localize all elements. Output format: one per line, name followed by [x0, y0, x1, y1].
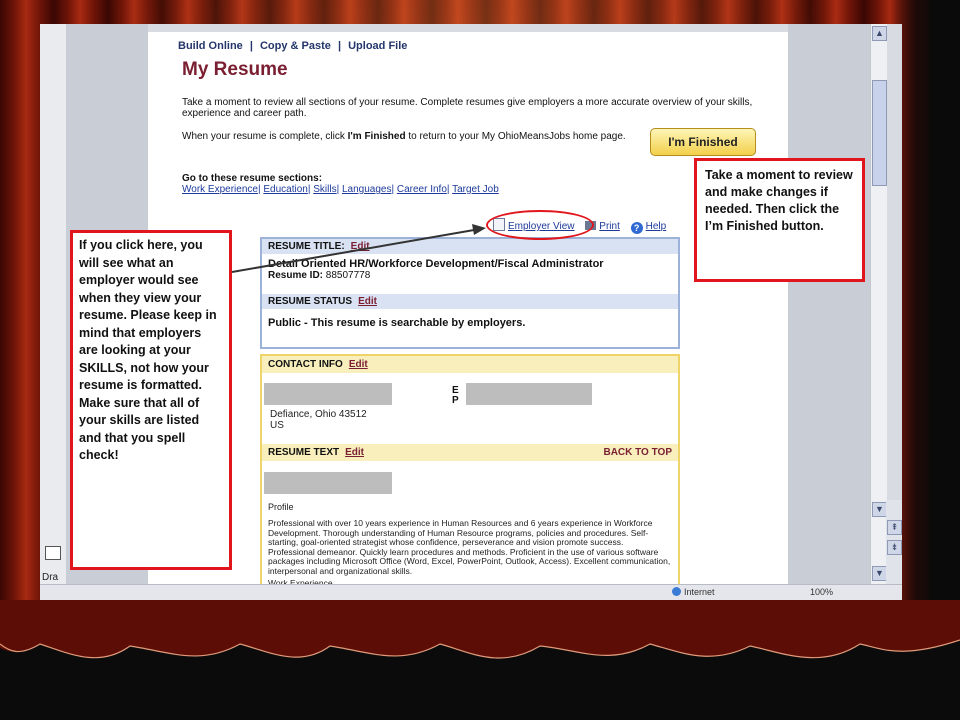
status-zone: Internet [672, 587, 715, 597]
resume-title-body: Detail Oriented HR/Workforce Development… [262, 254, 678, 286]
status-zoom[interactable]: 100% [810, 587, 833, 597]
nav-separator: | [337, 40, 342, 52]
resume-text-edit-link[interactable]: Edit [345, 447, 364, 458]
section-link-target-job[interactable]: Target Job [452, 184, 499, 195]
resume-id-label: Resume ID: [268, 270, 324, 281]
section-link-career-info[interactable]: Career Info [397, 184, 447, 195]
resume-status-label: RESUME STATUS [268, 296, 353, 307]
nav-upload-file[interactable]: Upload File [348, 40, 407, 52]
status-zone-label: Internet [684, 587, 715, 597]
redacted-contact [466, 383, 592, 405]
scroll-up-icon[interactable]: ▲ [872, 26, 887, 41]
resume-title-header: RESUME TITLE: Edit [262, 239, 678, 254]
complete-text: When your resume is complete, click I'm … [182, 131, 642, 142]
print-link[interactable]: Print [599, 221, 620, 232]
frame-toggle-icon[interactable] [45, 546, 61, 560]
resume-title-label: RESUME TITLE: [268, 241, 345, 252]
back-to-top-link[interactable]: BACK TO TOP [603, 444, 672, 461]
section-link-languages[interactable]: Languages [342, 184, 392, 195]
resume-title-value: Detail Oriented HR/Workforce Development… [268, 258, 604, 270]
redacted-heading [264, 472, 392, 494]
status-bar: Internet 100% [40, 584, 902, 600]
resume-details-panel: CONTACT INFO Edit E P Defiance, Ohio 4351… [260, 354, 680, 600]
section-links: Work Experience| Education| Skills| Lang… [182, 184, 499, 195]
resume-title-edit-link[interactable]: Edit [351, 241, 370, 252]
globe-icon [672, 587, 681, 596]
redacted-name [264, 383, 392, 405]
complete-text-after: to return to your My OhioMeansJobs home … [405, 131, 626, 142]
resume-id-value: 88507778 [325, 270, 371, 281]
side-panel-controls: ⇞ ⇟ [886, 500, 902, 584]
sections-label: Go to these resume sections: [182, 173, 323, 184]
resume-status-edit-link[interactable]: Edit [358, 296, 377, 307]
resume-status-header: RESUME STATUS Edit [262, 294, 678, 309]
vertical-scrollbar[interactable]: ▲ ▼ ▼ [870, 24, 887, 584]
page-title: My Resume [182, 59, 288, 80]
resume-text-header: RESUME TEXT Edit BACK TO TOP [262, 444, 678, 461]
resume-page: Build Online | Copy & Paste | Upload Fil… [148, 32, 788, 600]
section-link-skills[interactable]: Skills [313, 184, 336, 195]
scroll-thumb[interactable] [872, 80, 887, 186]
help-icon[interactable]: ? [630, 222, 643, 234]
complete-text-emph: I'm Finished [347, 131, 406, 142]
phone-label: P [452, 395, 459, 406]
contact-city: Defiance, Ohio 43512 [270, 409, 367, 420]
scroll-down-icon[interactable]: ▼ [872, 502, 887, 517]
top-nav: Build Online | Copy & Paste | Upload Fil… [178, 40, 411, 52]
left-callout: If you click here, you will see what an … [70, 230, 232, 570]
section-link-education[interactable]: Education [263, 184, 307, 195]
resume-text-label: RESUME TEXT [268, 447, 340, 458]
expand-down-icon[interactable]: ⇟ [887, 540, 902, 555]
page-gutter-right [788, 24, 870, 600]
nav-build-online[interactable]: Build Online [178, 40, 243, 52]
profile-label: Profile [268, 502, 294, 512]
im-finished-button[interactable]: I'm Finished [650, 128, 756, 156]
employer-view-highlight [486, 210, 594, 240]
draw-tab[interactable]: Dra [42, 572, 58, 583]
left-frame: Dra [40, 24, 67, 600]
right-callout: Take a moment to review and make changes… [694, 158, 865, 282]
resume-id: Resume ID: 88507778 [268, 270, 672, 282]
curtain-hem [0, 600, 960, 659]
profile-text: Professional with over 10 years experien… [268, 518, 671, 576]
section-link-work-experience[interactable]: Work Experience [182, 184, 258, 195]
contact-info-label: CONTACT INFO [268, 359, 343, 370]
resume-summary-panel: RESUME TITLE: Edit Detail Oriented HR/Wor… [260, 237, 680, 349]
nav-separator: | [249, 40, 253, 52]
complete-text-before: When your resume is complete, click [182, 131, 348, 142]
contact-country: US [270, 420, 284, 431]
expand-up-icon[interactable]: ⇞ [887, 520, 902, 535]
contact-info-header: CONTACT INFO Edit [262, 356, 678, 373]
scroll-bottom-icon[interactable]: ▼ [872, 566, 887, 581]
contact-info-edit-link[interactable]: Edit [349, 359, 368, 370]
nav-copy-paste[interactable]: Copy & Paste [260, 40, 331, 52]
resume-status-value: Public - This resume is searchable by em… [268, 317, 526, 329]
resume-text-section: RESUME TEXT Edit BACK TO TOP [262, 444, 678, 461]
intro-text: Take a moment to review all sections of … [182, 97, 753, 119]
help-link[interactable]: Help [646, 221, 667, 232]
contact-address: Defiance, Ohio 43512 US [270, 409, 367, 431]
